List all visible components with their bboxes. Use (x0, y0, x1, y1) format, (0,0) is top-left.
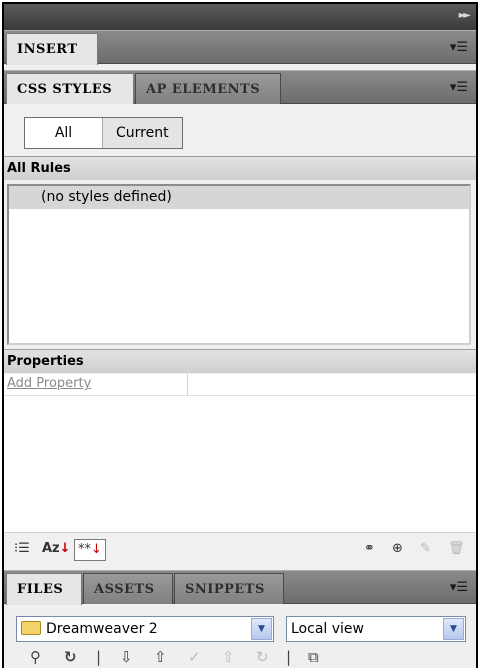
all-rules-header: All Rules (4, 156, 476, 180)
sync-icon[interactable]: ↻ (256, 648, 269, 666)
site-select[interactable]: Dreamweaver 2 ▼ (16, 616, 274, 642)
separator: | (286, 648, 292, 666)
rules-list[interactable]: (no styles defined) (7, 184, 471, 345)
tab-assets-label: ASSETS (94, 582, 155, 597)
show-set-label: ** (78, 542, 91, 557)
table-row: Add Property (4, 374, 476, 396)
show-set-properties-icon[interactable]: **↓ (74, 539, 106, 561)
panel-dock: ►► INSERT ▾☰ CSS STYLES AP ELEMENTS ▾☰ A… (2, 2, 478, 668)
panel-menu-icon[interactable]: ▾☰ (450, 80, 468, 95)
properties-grid: Add Property (4, 374, 476, 532)
files-panel-tabstrip: FILES ASSETS SNIPPETS ▾☰ (4, 570, 476, 605)
tab-ap-elements[interactable]: AP ELEMENTS (135, 73, 281, 104)
connect-icon[interactable]: ⚲ (30, 648, 41, 666)
tab-insert-label: INSERT (17, 42, 78, 57)
check-out-icon[interactable]: ✓ (188, 648, 201, 666)
tab-css-styles-label: CSS STYLES (17, 82, 113, 97)
double-arrow-right-icon[interactable]: ►► (459, 10, 472, 21)
new-css-rule-icon[interactable]: ⊕ (392, 541, 403, 556)
tab-files-label: FILES (17, 582, 64, 597)
check-in-icon[interactable]: ⇧ (222, 648, 235, 666)
column-divider (187, 374, 188, 396)
view-select-value: Local view (291, 621, 364, 637)
tab-css-styles[interactable]: CSS STYLES (6, 73, 134, 105)
tab-snippets[interactable]: SNIPPETS (174, 573, 284, 604)
category-view-icon[interactable]: ⁝☰ (14, 541, 30, 556)
expand-icon[interactable]: ⧉ (308, 648, 319, 666)
properties-header: Properties (4, 349, 476, 373)
panel-menu-icon[interactable]: ▾☰ (450, 40, 468, 55)
files-panel-body: Dreamweaver 2 ▼ Local view ▼ ⚲ ↻ | ⇩ ⇧ ✓… (4, 606, 476, 668)
put-files-icon[interactable]: ⇧ (154, 648, 167, 666)
tab-assets[interactable]: ASSETS (83, 573, 173, 604)
get-files-icon[interactable]: ⇩ (120, 648, 133, 666)
properties-toolbar: ⁝☰ Az↓ **↓ ⚭ ⊕ ✎ 🗑 (4, 532, 476, 570)
tab-snippets-label: SNIPPETS (185, 582, 265, 597)
css-panel-tabstrip: CSS STYLES AP ELEMENTS ▾☰ (4, 70, 476, 105)
css-mode-toggle: All Current (24, 117, 183, 149)
panel-dock-titlebar: ►► (4, 4, 476, 30)
tab-ap-elements-label: AP ELEMENTS (146, 82, 261, 97)
chevron-down-icon: ▼ (443, 618, 464, 640)
sort-az-icon[interactable]: Az↓ (42, 541, 71, 556)
attach-stylesheet-icon[interactable]: ⚭ (364, 541, 375, 556)
add-property-link[interactable]: Add Property (7, 376, 91, 391)
site-select-value: Dreamweaver 2 (46, 621, 158, 637)
trash-icon[interactable]: 🗑 (448, 541, 465, 556)
sort-az-label: Az (42, 541, 60, 556)
rules-empty-label: (no styles defined) (41, 189, 172, 205)
tab-files[interactable]: FILES (6, 573, 82, 605)
view-select[interactable]: Local view ▼ (286, 616, 466, 642)
list-item[interactable]: (no styles defined) (9, 186, 469, 209)
tab-insert[interactable]: INSERT (6, 33, 98, 65)
separator: | (96, 648, 102, 666)
panel-menu-icon[interactable]: ▾☰ (450, 580, 468, 595)
refresh-icon[interactable]: ↻ (64, 648, 77, 666)
mode-current-button[interactable]: Current (103, 118, 182, 148)
mode-all-button[interactable]: All (25, 118, 103, 148)
edit-rule-icon[interactable]: ✎ (420, 541, 431, 556)
insert-panel-tabstrip: INSERT ▾☰ (4, 30, 476, 65)
chevron-down-icon: ▼ (251, 618, 272, 640)
folder-icon (21, 621, 41, 635)
